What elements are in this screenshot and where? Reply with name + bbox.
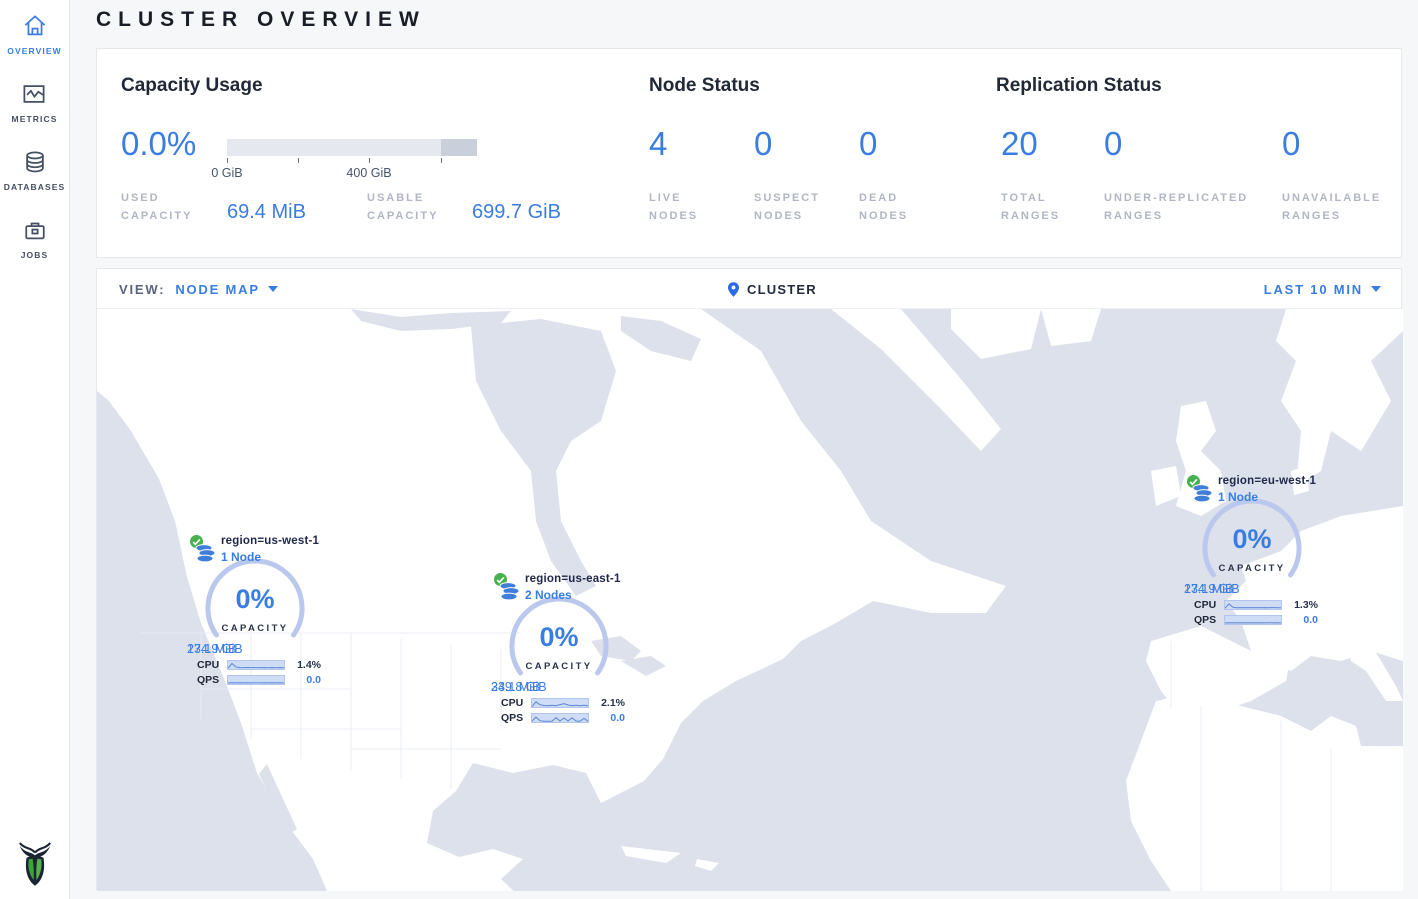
capacity-percent: 0.0% [121,125,196,163]
node-capacity-label: CAPACITY [175,623,335,634]
sidebar-item-label: METRICS [12,114,58,124]
total-ranges-label: TOTAL RANGES [1001,189,1060,225]
unavailable-ranges-value: 0 [1282,125,1300,163]
node-capacity-percent: 0% [1172,524,1332,555]
sidebar-item-label: JOBS [21,250,49,260]
land-cuba [621,846,681,863]
live-nodes-label: LIVE NODES [649,189,698,225]
node-capacity-percent: 0% [175,584,335,615]
sidebar-item-label: DATABASES [4,182,66,192]
dead-nodes-label: DEAD NODES [859,189,908,225]
map-node[interactable]: region=us-east-1 2 Nodes 0% CAPACITY 23.… [479,571,639,729]
node-capacity-percent: 0% [479,622,639,653]
database-stack-icon [1192,484,1214,504]
database-stack-icon [195,544,217,564]
node-total-capacity: 174.9 GiB [187,642,243,656]
unavailable-ranges-label: UNAVAILABLE RANGES [1282,189,1381,225]
node-qps-row: QPS 0.0 [197,674,321,686]
used-capacity-value: 69.4 MiB [227,201,306,224]
sidebar-item-metrics[interactable]: METRICS [12,80,58,124]
world-map[interactable]: region=us-west-1 1 Node 0% CAPACITY 23.1… [97,309,1403,891]
breadcrumb: CLUSTER [727,269,817,309]
node-count-link[interactable]: 1 Node [1218,490,1258,504]
under-replicated-ranges-value: 0 [1104,125,1122,163]
dead-nodes-value: 0 [859,125,877,163]
qps-label: QPS [501,712,531,724]
qps-sparkline [531,713,589,723]
land-north-africa [1126,691,1403,891]
sidebar-item-jobs[interactable]: JOBS [21,216,49,260]
cpu-sparkline [227,660,285,670]
land-scandinavia [1276,309,1403,486]
live-nodes-value: 4 [649,125,667,163]
node-capacity-label: CAPACITY [479,661,639,672]
map-node[interactable]: region=us-west-1 1 Node 0% CAPACITY 23.1… [175,533,335,691]
qps-value: 0.0 [1303,614,1318,626]
qps-sparkline [227,675,285,685]
view-selector[interactable]: NODE MAP [175,282,277,297]
capacity-usage-title: Capacity Usage [121,75,263,97]
land-iceland [1041,309,1101,346]
capacity-bar-axis: 0 GiB400 GiB [227,139,477,179]
cpu-value: 2.1% [601,697,625,709]
cpu-label: CPU [197,659,227,671]
map-node[interactable]: region=eu-west-1 1 Node 0% CAPACITY 23.1… [1172,473,1332,631]
chevron-down-icon [1371,286,1381,292]
replication-status-title: Replication Status [996,75,1162,97]
briefcase-icon [21,216,49,244]
cpu-sparkline [1224,600,1282,610]
cpu-label: CPU [1194,599,1224,611]
database-stack-icon [499,582,521,602]
qps-sparkline [1224,615,1282,625]
view-label: VIEW: [119,282,165,297]
location-pin-icon [727,281,740,298]
node-capacity-label: CAPACITY [1172,563,1332,574]
node-total-capacity: 349.8 GiB [491,680,547,694]
node-region-label: region=eu-west-1 [1218,475,1316,487]
cpu-value: 1.3% [1294,599,1318,611]
node-total-capacity: 174.9 GiB [1184,582,1240,596]
sidebar-item-label: OVERVIEW [7,46,61,56]
chevron-down-icon [268,286,278,292]
node-status-title: Node Status [649,75,760,97]
node-count-link[interactable]: 1 Node [221,550,261,564]
cockroachdb-logo [16,838,54,893]
sidebar: OVERVIEW METRICS DATABASES JOBS [0,0,70,899]
map-toolbar: VIEW: NODE MAP CLUSTER LAST 10 MIN [97,269,1401,309]
usable-capacity-value: 699.7 GiB [472,201,561,224]
suspect-nodes-value: 0 [754,125,772,163]
total-ranges-value: 20 [1001,125,1038,163]
qps-value: 0.0 [306,674,321,686]
node-cpu-row: CPU 1.4% [197,659,321,671]
land-greenland-tip [951,309,1041,359]
node-cpu-row: CPU 2.1% [501,697,625,709]
used-capacity-label: USED CAPACITY [121,189,192,225]
page-title: CLUSTER OVERVIEW [96,8,426,32]
under-replicated-ranges-label: UNDER-REPLICATED RANGES [1104,189,1248,225]
cpu-value: 1.4% [297,659,321,671]
metrics-chart-icon [20,80,48,108]
node-qps-row: QPS 0.0 [1194,614,1318,626]
time-range-selector[interactable]: LAST 10 MIN [1264,282,1381,297]
cpu-sparkline [531,698,589,708]
node-region-label: region=us-west-1 [221,535,319,547]
node-cpu-row: CPU 1.3% [1194,599,1318,611]
node-count-link[interactable]: 2 Nodes [525,588,572,602]
qps-label: QPS [197,674,227,686]
qps-label: QPS [1194,614,1224,626]
usable-capacity-label: USABLE CAPACITY [367,189,438,225]
node-qps-row: QPS 0.0 [501,712,625,724]
suspect-nodes-label: SUSPECT NODES [754,189,820,225]
sidebar-item-overview[interactable]: OVERVIEW [7,12,61,56]
node-map-panel: VIEW: NODE MAP CLUSTER LAST 10 MIN [96,268,1402,890]
home-icon [21,12,49,40]
cpu-label: CPU [501,697,531,709]
cluster-summary-panel: Capacity Usage 0.0% 0 GiB400 GiB USED CA… [96,48,1402,258]
node-region-label: region=us-east-1 [525,573,621,585]
land-hispaniola [695,859,719,871]
database-icon [21,148,49,176]
sidebar-item-databases[interactable]: DATABASES [4,148,66,192]
qps-value: 0.0 [610,712,625,724]
breadcrumb-cluster[interactable]: CLUSTER [747,282,817,297]
